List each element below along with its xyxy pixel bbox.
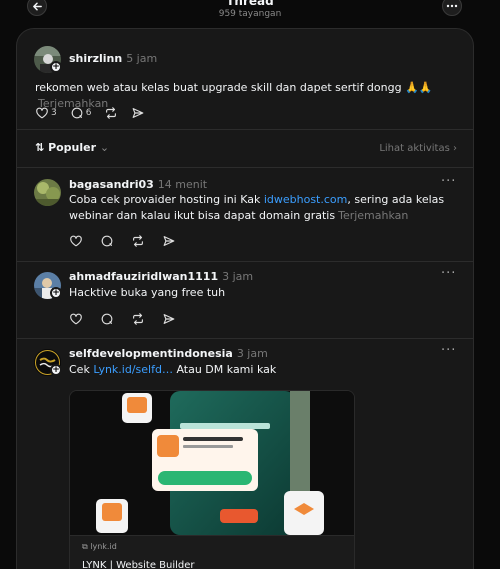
activity-label: Lihat aktivitas xyxy=(379,143,450,154)
avatar[interactable] xyxy=(34,179,61,206)
comment-button[interactable]: 6 xyxy=(70,106,92,120)
preview-title: LYNK | Website Builder xyxy=(82,560,195,569)
username[interactable]: shirzlinn xyxy=(69,52,122,65)
follow-plus-icon[interactable]: + xyxy=(50,364,62,376)
link-icon: ⧉ xyxy=(82,542,88,551)
comment-icon xyxy=(101,235,113,247)
link-preview-footer: ⧉ lynk.id LYNK | Website Builder xyxy=(70,535,354,569)
post-actions: 3 6 xyxy=(35,106,158,120)
page-title: Thread xyxy=(226,0,274,8)
comment-button[interactable] xyxy=(100,312,114,326)
chevron-down-icon: ⌄ xyxy=(99,141,110,154)
reply-text: Cek xyxy=(69,363,94,376)
repost-button[interactable] xyxy=(104,106,118,120)
thread-header: Thread 959 tayangan xyxy=(0,0,500,26)
username[interactable]: selfdevelopmentindonesia xyxy=(69,347,233,360)
reply-actions xyxy=(69,312,189,326)
reply-text-continued: Atau DM kami kak xyxy=(172,363,277,376)
reply-time: 3 jam xyxy=(222,270,254,283)
reply-text: Coba cek provaider hosting ini Kak xyxy=(69,193,264,206)
comment-button[interactable] xyxy=(100,234,114,248)
share-button[interactable] xyxy=(162,234,176,248)
reply-time: 3 jam xyxy=(236,347,268,360)
send-icon xyxy=(163,236,175,246)
post-text: rekomen web atau kelas buat upgrade skil… xyxy=(35,81,433,94)
sort-icon: ⇅ xyxy=(35,141,45,154)
heart-icon xyxy=(70,235,82,247)
comment-icon xyxy=(101,313,113,325)
divider xyxy=(17,261,473,262)
like-button[interactable] xyxy=(69,312,83,326)
view-activity-link[interactable]: Lihat aktivitas › xyxy=(379,143,457,154)
reply-link[interactable]: idwebhost.com xyxy=(264,193,348,206)
like-button[interactable] xyxy=(69,234,83,248)
share-button[interactable] xyxy=(131,106,145,120)
chevron-right-icon: › xyxy=(453,143,457,154)
follow-plus-icon[interactable]: + xyxy=(50,61,62,73)
preview-domain: lynk.id xyxy=(90,542,117,551)
divider xyxy=(17,338,473,339)
preview-image xyxy=(70,391,354,535)
like-button[interactable]: 3 xyxy=(35,106,57,120)
sort-dropdown[interactable]: ⇅ Populer ⌄ xyxy=(35,141,109,154)
comment-count: 6 xyxy=(85,108,92,118)
heart-icon xyxy=(36,107,48,119)
reply-actions xyxy=(69,234,189,248)
send-icon xyxy=(133,108,144,118)
send-icon xyxy=(163,314,175,324)
repost-icon xyxy=(133,313,143,325)
translate-link[interactable]: Terjemahkan xyxy=(338,209,408,222)
reply-time: 14 menit xyxy=(157,178,208,191)
reply-link[interactable]: Lynk.id/selfd… xyxy=(93,363,173,376)
thread-card: + shirzlinn 5 jam rekomen web atau kelas … xyxy=(16,28,474,569)
view-count: 959 tayangan xyxy=(218,9,282,19)
follow-plus-icon[interactable]: + xyxy=(50,287,62,299)
more-options-icon[interactable]: ··· xyxy=(441,266,456,281)
repost-button[interactable] xyxy=(131,312,145,326)
repost-icon xyxy=(106,107,117,119)
username[interactable]: ahmadfauziridlwan1111 xyxy=(69,270,218,283)
like-count: 3 xyxy=(51,108,57,118)
heart-icon xyxy=(70,313,82,325)
post-time: 5 jam xyxy=(126,52,158,65)
divider xyxy=(17,129,473,130)
comment-icon xyxy=(71,107,83,119)
username[interactable]: bagasandri03 xyxy=(69,178,154,191)
sort-label: Populer xyxy=(48,141,97,154)
repost-button[interactable] xyxy=(131,234,145,248)
repost-icon xyxy=(133,235,143,247)
more-icon xyxy=(446,4,458,8)
more-options-icon[interactable]: ··· xyxy=(441,343,456,358)
reply-text: Hacktive buka yang free tuh xyxy=(69,286,226,299)
more-options-icon[interactable]: ··· xyxy=(441,174,456,189)
divider xyxy=(17,167,473,168)
share-button[interactable] xyxy=(162,312,176,326)
link-preview-card[interactable]: ⧉ lynk.id LYNK | Website Builder xyxy=(69,390,355,569)
